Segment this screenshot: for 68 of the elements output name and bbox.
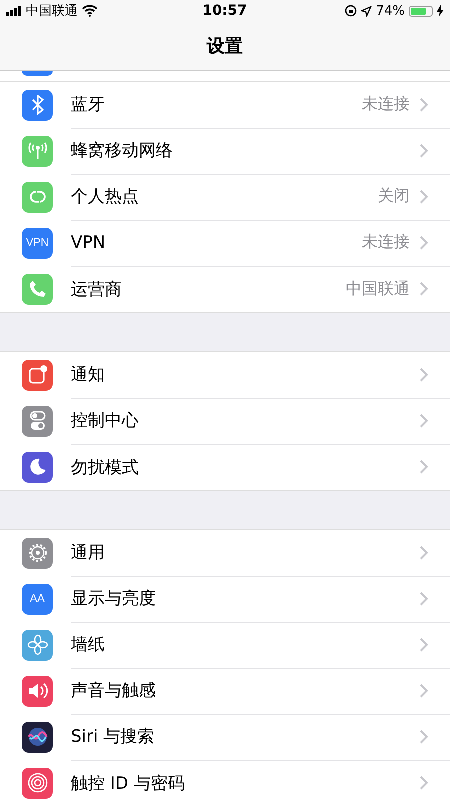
settings-row[interactable]: 个人热点 关闭 xyxy=(0,174,450,220)
settings-row[interactable]: 蓝牙 未连接 xyxy=(0,82,450,128)
row-label: 显示与亮度 xyxy=(71,588,157,610)
row-value: 未连接 xyxy=(362,94,410,115)
location-arrow-icon xyxy=(361,6,372,16)
settings-row[interactable]: 运营商 中国联通 xyxy=(0,266,450,312)
vpn-icon: VPN xyxy=(22,228,53,258)
row-label: VPN xyxy=(71,232,107,252)
row-label: 个人热点 xyxy=(71,186,140,208)
battery-icon xyxy=(408,6,433,16)
settings-row[interactable]: 声音与触感 xyxy=(0,668,450,714)
settings-row[interactable]: 蜂窝移动网络 xyxy=(0,128,450,174)
speaker-icon xyxy=(22,676,53,706)
settings-row[interactable]: 控制中心 xyxy=(0,398,450,444)
row-label: 声音与触感 xyxy=(71,680,157,702)
chain-link-icon xyxy=(22,182,53,212)
settings-row[interactable]: 触控 ID 与密码 xyxy=(0,760,450,800)
row-label: 蜂窝移动网络 xyxy=(71,140,174,162)
row-label: 触控 ID 与密码 xyxy=(71,772,186,794)
row-label: 通知 xyxy=(71,364,106,386)
row-label: Siri 与搜索 xyxy=(71,726,156,748)
bluetooth-icon xyxy=(22,90,53,120)
row-label: 通用 xyxy=(71,542,106,564)
row-label: 蓝牙 xyxy=(71,94,106,116)
status-time: 10:57 xyxy=(202,3,248,19)
row-value: 中国联通 xyxy=(346,278,410,300)
moon-icon xyxy=(22,452,53,482)
carrier-name: 中国联通 xyxy=(26,3,78,20)
chevron-icon xyxy=(420,414,428,428)
settings-row[interactable]: VPN VPN 未连接 xyxy=(0,220,450,266)
settings-icon xyxy=(22,538,53,568)
settings-row[interactable]: 通用 xyxy=(0,530,450,576)
chevron-icon xyxy=(420,368,428,382)
row-label: 墙纸 xyxy=(71,634,106,656)
settings-row[interactable]: 墙纸 xyxy=(0,622,450,668)
siri-icon xyxy=(22,722,53,752)
settings-row[interactable]: Siri 与搜索 xyxy=(0,714,450,760)
toggle-icon xyxy=(22,406,53,436)
phone-icon xyxy=(22,274,53,304)
display-icon: AA xyxy=(22,584,53,614)
chevron-icon xyxy=(420,236,428,250)
chevron-icon xyxy=(420,460,428,474)
chevron-icon xyxy=(420,730,428,744)
battery-percent: 74% xyxy=(376,4,405,18)
row-label: 运营商 xyxy=(71,278,123,300)
chevron-icon xyxy=(420,592,428,606)
row-label: 勿扰模式 xyxy=(71,456,140,478)
settings-row[interactable]: 通知 xyxy=(0,352,450,398)
chevron-icon xyxy=(420,190,428,204)
chevron-icon xyxy=(420,638,428,652)
chevron-icon xyxy=(420,776,428,790)
signal-icon xyxy=(6,6,22,16)
page-title: 设置 xyxy=(207,35,243,58)
chevron-icon xyxy=(420,98,428,112)
chevron-icon xyxy=(420,546,428,560)
notification-icon xyxy=(22,360,53,390)
row-value: 关闭 xyxy=(378,186,410,207)
settings-row[interactable]: AA 显示与亮度 xyxy=(0,576,450,622)
rotation-lock-icon xyxy=(345,5,358,17)
flower-icon xyxy=(22,630,53,660)
antenna-icon xyxy=(22,136,53,166)
chevron-icon xyxy=(420,684,428,698)
chevron-icon xyxy=(420,282,428,296)
row-label: 控制中心 xyxy=(71,410,140,432)
settings-row[interactable]: 勿扰模式 xyxy=(0,444,450,490)
chevron-icon xyxy=(420,144,428,158)
wifi-icon xyxy=(82,5,98,17)
row-value: 未连接 xyxy=(362,232,410,253)
